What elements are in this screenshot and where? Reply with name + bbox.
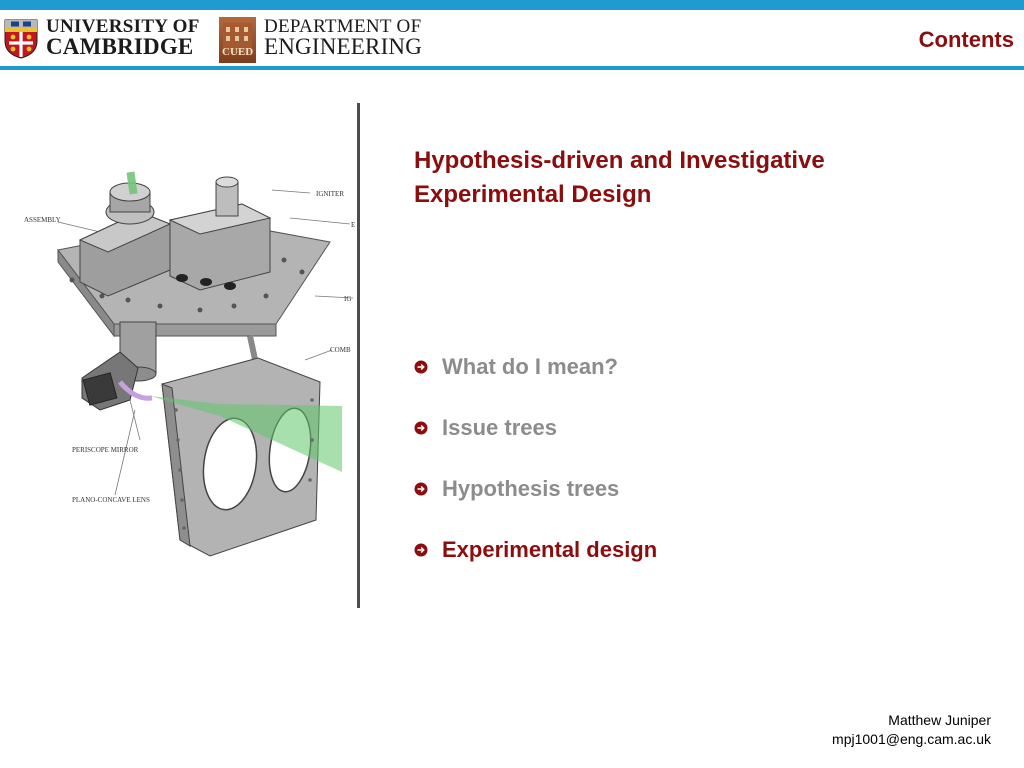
department-wordmark: DEPARTMENT OF ENGINEERING xyxy=(264,17,423,59)
slide-title: Hypothesis-driven and Investigative Expe… xyxy=(414,144,974,212)
cued-building-icon: CUED xyxy=(219,17,256,63)
arrow-bullet-icon xyxy=(414,482,428,496)
bullet-hypothesis-trees[interactable]: Hypothesis trees xyxy=(414,472,974,533)
contents-list: What do I mean? Issue trees Hypothesis t… xyxy=(414,350,974,594)
footer: Matthew Juniper mpj1001@eng.cam.ac.uk xyxy=(832,711,991,749)
cambridge-shield-icon xyxy=(4,19,38,59)
bullet-label: Issue trees xyxy=(442,415,557,440)
label-combustor: COMB xyxy=(330,346,351,354)
contents-link[interactable]: Contents xyxy=(919,27,1014,53)
label-plano-concave-lens: PLANO-CONCAVE LENS xyxy=(72,496,150,504)
university-logo: UNIVERSITY OF CAMBRIDGE xyxy=(4,17,209,63)
footer-email: mpj1001@eng.cam.ac.uk xyxy=(832,731,991,747)
footer-author: Matthew Juniper xyxy=(888,712,991,728)
cued-mark: CUED xyxy=(222,46,254,58)
arrow-bullet-icon xyxy=(414,543,428,557)
department-line2: ENGINEERING xyxy=(264,34,423,59)
bullet-issue-trees[interactable]: Issue trees xyxy=(414,411,974,472)
bullet-experimental-design[interactable]: Experimental design xyxy=(414,533,974,594)
bullet-label: Hypothesis trees xyxy=(442,476,620,501)
label-igniter: IGNITER xyxy=(316,190,344,198)
university-wordmark: UNIVERSITY OF CAMBRIDGE xyxy=(46,17,200,59)
university-line2: CAMBRIDGE xyxy=(46,34,194,59)
top-accent-bar xyxy=(0,0,1024,10)
bullet-label: What do I mean? xyxy=(442,354,618,379)
header: UNIVERSITY OF CAMBRIDGE CUED DEPARTMENT … xyxy=(0,10,1024,66)
slide-title-line2: Experimental Design xyxy=(414,181,652,208)
arrow-bullet-icon xyxy=(414,421,428,435)
arrow-bullet-icon xyxy=(414,360,428,374)
bullet-label: Experimental design xyxy=(442,537,658,562)
slide-title-line1: Hypothesis-driven and Investigative xyxy=(414,147,825,174)
header-divider xyxy=(0,66,1024,70)
combustor-illustration: IGNITER ASSEMBLY COMB PERISCOPE MIRROR P… xyxy=(24,171,355,557)
label-periscope-mirror: PERISCOPE MIRROR xyxy=(72,446,139,454)
label-e: E xyxy=(351,221,355,229)
label-assembly: ASSEMBLY xyxy=(24,216,61,224)
bullet-what-do-i-mean[interactable]: What do I mean? xyxy=(414,350,974,411)
label-ig: IG xyxy=(344,295,351,303)
vertical-divider xyxy=(357,103,360,608)
department-logo: CUED DEPARTMENT OF ENGINEERING xyxy=(219,17,459,63)
